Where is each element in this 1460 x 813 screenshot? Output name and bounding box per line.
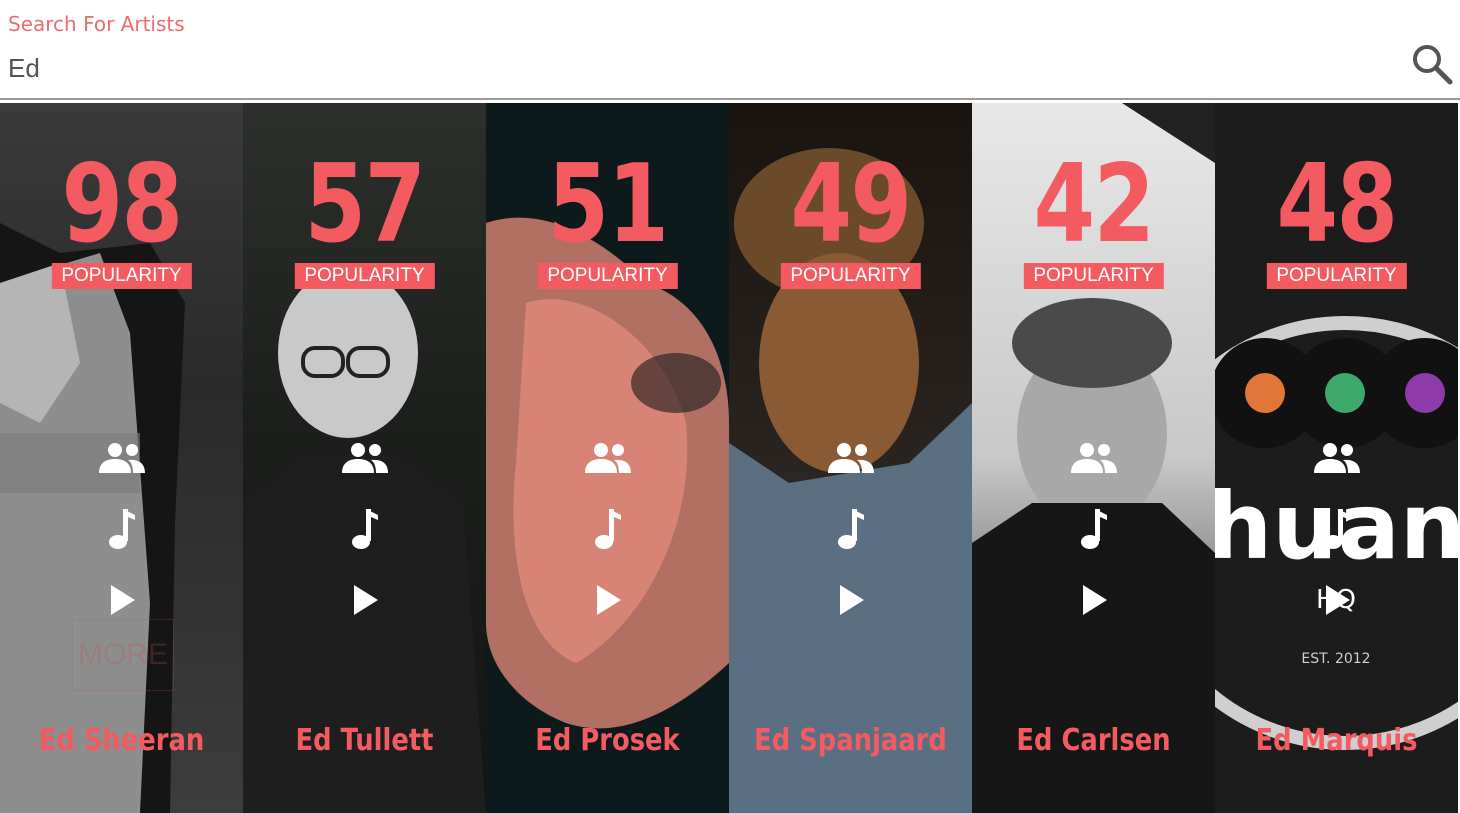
artist-name[interactable]: Ed Marquis (1232, 723, 1441, 758)
music-note-icon[interactable] (350, 507, 380, 551)
popularity-label: POPULARITY (780, 263, 921, 289)
artist-card-list: MORE 98 POPULARITY Ed Sheeran 57 POPULAR… (0, 103, 1460, 813)
popularity-score: 51 (547, 142, 670, 267)
more-ghost-label: MORE (72, 619, 174, 691)
popularity-label: POPULARITY (1023, 263, 1164, 289)
artist-card-ed-tullett[interactable]: 57 POPULARITY Ed Tullett (243, 103, 486, 813)
popularity-label: POPULARITY (1266, 263, 1407, 289)
followers-icon[interactable] (1312, 441, 1362, 475)
followers-icon[interactable] (583, 441, 633, 475)
popularity-label: POPULARITY (294, 263, 435, 289)
artist-name[interactable]: Ed Spanjaard (746, 723, 955, 758)
popularity-score: 98 (61, 142, 184, 267)
popularity-score: 49 (790, 142, 913, 267)
followers-icon[interactable] (1069, 441, 1119, 475)
play-icon[interactable] (1322, 583, 1352, 617)
followers-icon[interactable] (826, 441, 876, 475)
music-note-icon[interactable] (1079, 507, 1109, 551)
artist-name[interactable]: Ed Prosek (503, 723, 712, 758)
artist-card-ed-marquis[interactable]: huan HQ EST. 2012 48 POPULARITY Ed Marqu… (1215, 103, 1458, 813)
popularity-score: 42 (1033, 142, 1156, 267)
logo-est-text: EST. 2012 (1301, 651, 1370, 667)
music-note-icon[interactable] (593, 507, 623, 551)
popularity-score: 57 (304, 142, 427, 267)
music-note-icon[interactable] (836, 507, 866, 551)
followers-icon[interactable] (340, 441, 390, 475)
music-note-icon[interactable] (107, 507, 137, 551)
popularity-score: 48 (1276, 142, 1399, 267)
search-bar: Search For Artists (0, 0, 1460, 100)
artist-card-ed-spanjaard[interactable]: 49 POPULARITY Ed Spanjaard (729, 103, 972, 813)
play-icon[interactable] (350, 583, 380, 617)
search-input[interactable] (8, 48, 1388, 88)
play-icon[interactable] (107, 583, 137, 617)
play-icon[interactable] (1079, 583, 1109, 617)
artist-card-ed-prosek[interactable]: 51 POPULARITY Ed Prosek (486, 103, 729, 813)
play-icon[interactable] (836, 583, 866, 617)
search-icon[interactable] (1410, 42, 1454, 86)
artist-name[interactable]: Ed Sheeran (17, 723, 226, 758)
popularity-label: POPULARITY (537, 263, 678, 289)
artist-name[interactable]: Ed Carlsen (989, 723, 1198, 758)
artist-name[interactable]: Ed Tullett (260, 723, 469, 758)
play-icon[interactable] (593, 583, 623, 617)
music-note-icon[interactable] (1322, 507, 1352, 551)
artist-card-ed-sheeran[interactable]: MORE 98 POPULARITY Ed Sheeran (0, 103, 243, 813)
popularity-label: POPULARITY (51, 263, 192, 289)
artist-card-ed-carlsen[interactable]: 42 POPULARITY Ed Carlsen (972, 103, 1215, 813)
search-label: Search For Artists (8, 12, 185, 36)
followers-icon[interactable] (97, 441, 147, 475)
